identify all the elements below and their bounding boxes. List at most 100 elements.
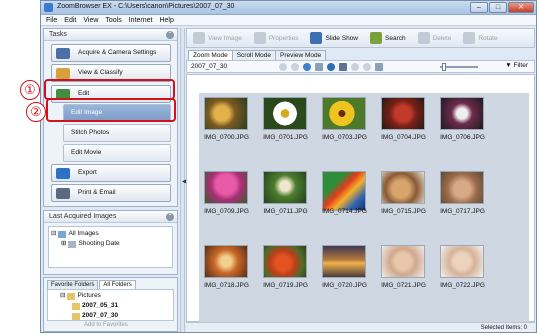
add-to-favorites-button[interactable]: Add to Favorites [84,322,128,328]
printer-icon [56,188,70,199]
thumbnail-item[interactable]: IMG_0703.JPG [317,93,372,153]
rotate-button[interactable]: Rotate [457,29,503,47]
thumbnail-area: IMG_0700.JPG IMG_0701.JPG IMG_0703.JPG I… [186,74,535,323]
fit-icon[interactable] [375,62,383,71]
expand-icon[interactable]: ⊟ [60,291,65,301]
maximize-button[interactable]: □ [489,2,507,13]
zoom-slider[interactable] [440,63,478,71]
task-label: Edit [78,90,90,97]
minimize-button[interactable]: – [470,2,488,13]
thumbnail-item[interactable]: IMG_0720.JPG [317,241,372,301]
menu-tools[interactable]: Tools [105,15,121,25]
tree-item-folder[interactable]: 2007_07_30 [50,311,171,320]
task-label: Print & Email [78,189,116,196]
thumbnail-filename: IMG_0717.JPG [440,208,485,215]
edit-brush-icon [56,89,70,100]
slider-knob[interactable] [442,63,446,71]
thumbnail-item[interactable]: IMG_0717.JPG [435,167,490,227]
tree-item-all-images[interactable]: ⊟ All Images [51,229,170,239]
zoom-in-icon[interactable] [351,62,359,71]
edit-movie-button[interactable]: Edit Movie [63,144,171,162]
thumbnail-image [440,97,484,130]
thumbnail-image [263,171,307,204]
folder-path: 2007_07_30 [191,63,228,70]
task-acquire-button[interactable]: Acquire & Camera Settings [51,44,171,62]
task-print-email-button[interactable]: Print & Email [51,184,171,202]
thumbnail-filename: IMG_0721.JPG [381,282,426,289]
app-icon [44,3,53,12]
task-export-button[interactable]: Export [51,164,171,182]
menu-file[interactable]: File [46,15,57,25]
folder-tree: ⊟ Pictures 2007_05_31 2007_07_30 2007_08… [47,289,174,321]
thumbnail-item[interactable]: IMG_0706.JPG [435,93,490,153]
tab-preview-mode[interactable]: Preview Mode [275,50,327,60]
tab-favorite-folders[interactable]: Favorite Folders [47,280,99,289]
search-button[interactable]: Search [364,29,412,47]
tree-label: All Images [68,230,99,237]
thumbnail-filename: IMG_0703.JPG [322,134,367,141]
thumbnail-item[interactable]: IMG_0714.JPG [317,167,372,227]
tab-scroll-mode[interactable]: Scroll Mode [231,50,277,60]
folder-icon [67,292,76,300]
properties-button[interactable]: Properties [248,29,305,47]
tasks-header: Tasks ⌃ [44,29,177,41]
thumbnail-item[interactable]: IMG_0721.JPG [376,241,431,301]
menu-internet[interactable]: Internet [129,15,153,25]
toolbar-label: Properties [268,34,299,42]
thumbnail-image [322,97,366,130]
thumbnail-item[interactable]: IMG_0718.JPG [199,241,254,301]
tree-item-pictures[interactable]: ⊟ Pictures [50,291,171,301]
thumbnail-item[interactable]: IMG_0701.JPG [258,93,313,153]
tab-all-folders[interactable]: All Folders [99,280,136,289]
delete-button[interactable]: Delete [412,29,458,47]
thumbnail-image [263,97,307,130]
menu-help[interactable]: Help [159,15,173,25]
menu-view[interactable]: View [83,15,98,25]
thumbnail-filename: IMG_0704.JPG [381,134,426,141]
filter-button[interactable]: ▼ Filter [505,62,528,69]
expand-icon[interactable]: ⊟ [51,229,56,239]
stitch-photos-button[interactable]: Stitch Photos [63,124,171,142]
thumbnail-item[interactable]: IMG_0700.JPG [199,93,254,153]
thumbnail-image [381,245,425,278]
task-view-classify-button[interactable]: View & Classify [51,64,171,82]
up-folder-icon[interactable] [303,62,311,71]
close-button[interactable]: ✕ [508,2,534,13]
back-icon[interactable] [279,62,287,71]
thumbnail-item[interactable]: IMG_0722.JPG [435,241,490,301]
thumbnail-item[interactable]: IMG_0711.JPG [258,167,313,227]
pointer-icon[interactable] [339,62,347,71]
task-edit-button[interactable]: Edit [51,85,171,103]
filter-icon: ▼ [505,62,514,69]
thumbnail-filename: IMG_0706.JPG [440,134,485,141]
select-mode-icon[interactable] [315,62,323,71]
view-mode-tabs: Zoom Mode Scroll Mode Preview Mode [186,48,535,60]
thumbnail-image [204,171,248,204]
expand-icon[interactable]: ⊞ [61,239,66,249]
panel-splitter[interactable]: ◀ [180,28,187,332]
callout-1: ① [20,80,40,100]
thumbnail-image [381,171,425,204]
tree-item-shooting-date[interactable]: ⊞ Shooting Date [51,239,170,249]
menu-edit[interactable]: Edit [64,15,76,25]
task-label: Acquire & Camera Settings [78,49,157,56]
slide-show-button[interactable]: Slide Show [304,29,364,47]
thumbnail-item[interactable]: IMG_0704.JPG [376,93,431,153]
edit-image-button[interactable]: Edit Image [63,104,171,122]
thumbnail-image [263,245,307,278]
collapse-icon[interactable]: ⌃ [166,31,174,39]
images-icon [58,230,67,238]
tab-zoom-mode[interactable]: Zoom Mode [188,50,233,60]
info-icon[interactable] [327,62,335,71]
tree-item-folder[interactable]: 2007_05_31 [50,301,171,311]
zoom-out-icon[interactable] [363,62,371,71]
thumbnail-item[interactable]: IMG_0715.JPG [376,167,431,227]
view-image-button[interactable]: View Image [187,29,248,47]
thumbnail-item[interactable]: IMG_0719.JPG [258,241,313,301]
folder-icon [72,312,80,320]
forward-icon[interactable] [291,62,299,71]
collapse-icon[interactable]: ⌃ [166,213,174,221]
thumbnail-item[interactable]: IMG_0709.JPG [199,167,254,227]
tree-label: Shooting Date [78,240,120,247]
thumbnail-filename: IMG_0714.JPG [322,208,367,215]
